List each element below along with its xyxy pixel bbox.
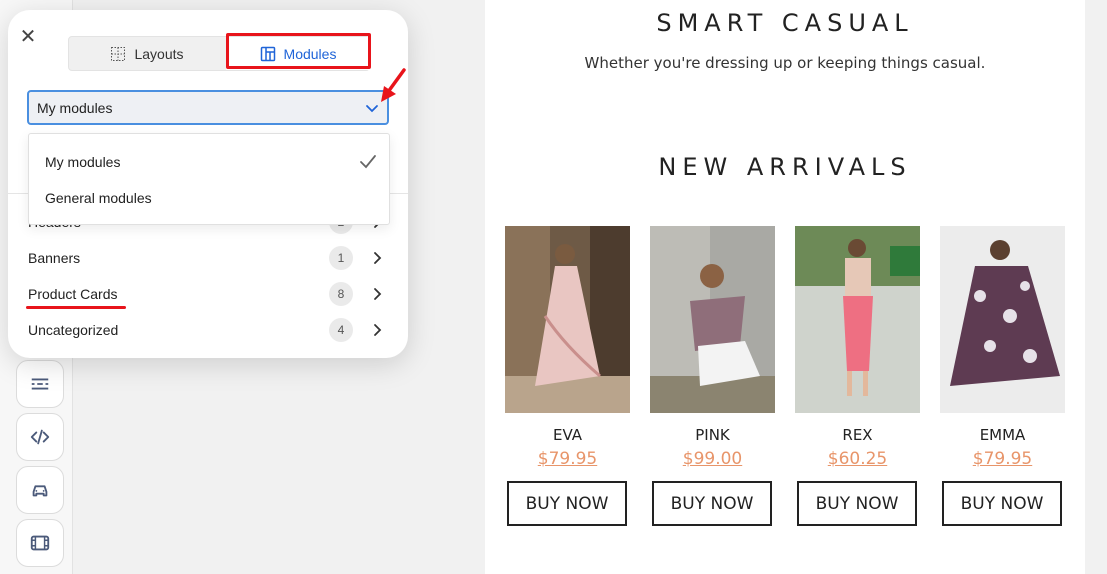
code-icon — [30, 429, 50, 445]
module-source-select[interactable]: My modules — [27, 90, 389, 125]
chevron-right-icon — [374, 252, 382, 264]
divider-block-button[interactable] — [16, 360, 64, 408]
product-name: REX — [842, 426, 873, 444]
tab-layouts[interactable]: Layouts — [69, 37, 225, 70]
module-source-dropdown: My modules General modules — [28, 133, 390, 225]
product-card-emma[interactable]: EMMA $79.95 BUY NOW — [940, 226, 1065, 526]
product-image — [795, 226, 920, 413]
category-row-banners[interactable]: Banners 1 — [28, 243, 388, 273]
car-block-button[interactable] — [16, 466, 64, 514]
product-image — [505, 226, 630, 413]
category-label: Banners — [28, 250, 81, 266]
close-icon[interactable]: ✕ — [18, 27, 38, 47]
dropdown-option-general-modules[interactable]: General modules — [45, 190, 152, 206]
category-count-badge: 1 — [329, 246, 353, 270]
red-arrow-annotation-icon — [381, 68, 406, 102]
product-name: PINK — [695, 426, 730, 444]
product-image — [650, 226, 775, 413]
video-block-button[interactable] — [16, 519, 64, 567]
product-card-rex[interactable]: REX $60.25 BUY NOW — [795, 226, 920, 526]
tab-modules[interactable]: Modules — [226, 37, 370, 70]
category-count-badge: 8 — [329, 282, 353, 306]
product-price[interactable]: $99.00 — [650, 449, 775, 469]
category-count-badge: 4 — [329, 318, 353, 342]
buy-now-button[interactable]: BUY NOW — [507, 481, 627, 526]
smart-casual-subtext: Whether you're dressing up or keeping th… — [584, 54, 986, 72]
buy-now-button[interactable]: BUY NOW — [652, 481, 772, 526]
buy-now-button[interactable]: BUY NOW — [942, 481, 1062, 526]
module-source-value: My modules — [37, 99, 113, 116]
video-icon — [30, 535, 50, 551]
product-name: EMMA — [979, 426, 1026, 444]
product-image — [940, 226, 1065, 413]
category-row-product-cards[interactable]: Product Cards 8 — [28, 279, 388, 309]
product-cards-underline-annotation — [26, 306, 126, 309]
chevron-right-icon — [374, 324, 382, 336]
car-icon — [32, 485, 48, 497]
check-icon — [360, 155, 376, 169]
divider-icon — [31, 378, 49, 390]
panel-tabs: Layouts Modules — [68, 36, 370, 71]
category-row-uncategorized[interactable]: Uncategorized 4 — [28, 315, 388, 345]
modules-panel: ✕ Layouts Modules My modules My modules … — [8, 10, 408, 358]
grid-dotted-icon — [111, 46, 126, 61]
tab-layouts-label: Layouts — [134, 45, 184, 62]
product-price[interactable]: $79.95 — [505, 449, 630, 469]
smart-casual-heading: SMART CASUAL — [656, 9, 914, 37]
email-preview[interactable]: SMART CASUAL Whether you're dressing up … — [485, 0, 1085, 574]
category-label: Product Cards — [28, 286, 118, 302]
dropdown-option-my-modules[interactable]: My modules — [45, 154, 120, 170]
category-label: Uncategorized — [28, 322, 119, 338]
new-arrivals-heading: NEW ARRIVALS — [658, 153, 912, 181]
chevron-right-icon — [374, 288, 382, 300]
product-price[interactable]: $60.25 — [795, 449, 920, 469]
tab-modules-label: Modules — [283, 45, 337, 62]
product-price[interactable]: $79.95 — [940, 449, 1065, 469]
product-name: EVA — [552, 426, 583, 444]
html-block-button[interactable] — [16, 413, 64, 461]
modules-icon — [260, 46, 275, 61]
product-card-pink[interactable]: PINK $99.00 BUY NOW — [650, 226, 775, 526]
buy-now-button[interactable]: BUY NOW — [797, 481, 917, 526]
product-card-eva[interactable]: EVA $79.95 BUY NOW — [505, 226, 630, 526]
